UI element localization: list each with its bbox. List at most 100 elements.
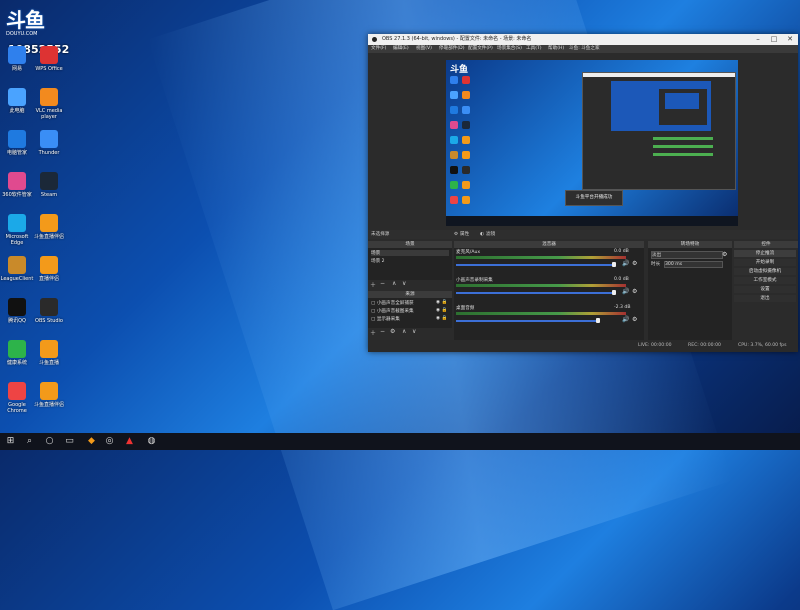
menu-docks[interactable]: 停靠部件(D): [439, 45, 465, 53]
windows-icon[interactable]: ⊞: [5, 436, 16, 447]
desktop-icon[interactable]: OBS Studio: [32, 298, 66, 324]
steam-icon[interactable]: ◎: [104, 436, 115, 447]
scene-item[interactable]: 场景: [371, 250, 449, 256]
desktop-icon[interactable]: 健康系统: [0, 340, 34, 366]
desktop-icon-label: WPS Office: [35, 66, 63, 72]
transition-select[interactable]: 淡出: [651, 251, 723, 259]
douyu-logo: 斗鱼 DOUYU.COM: [6, 4, 58, 44]
desktop-icon[interactable]: 腾讯QQ: [0, 298, 34, 324]
circle-icon[interactable]: ○: [44, 436, 55, 447]
virtual-camera-button[interactable]: 启动虚拟摄像机: [734, 268, 796, 275]
menu-scene-collection[interactable]: 场景集合(S): [497, 45, 522, 53]
stream-success-toast: 斗鱼平台开播成功: [565, 190, 623, 206]
preview-user-icon: [450, 76, 458, 84]
close-button[interactable]: ✕: [782, 34, 798, 45]
menu-help[interactable]: 帮助(H): [548, 45, 564, 53]
speaker-icon[interactable]: 🔊: [622, 316, 629, 323]
stop-streaming-button[interactable]: 停止推流: [734, 250, 796, 257]
douyu-icon: [40, 214, 58, 232]
mixer-track-db: -2.3 dB: [614, 305, 631, 310]
menu-view[interactable]: 视图(V): [416, 45, 432, 53]
douyu-icon[interactable]: ◆: [86, 436, 97, 447]
source-item[interactable]: ▢ 显示器采集: [371, 316, 400, 322]
filters-button[interactable]: 滤镜: [486, 230, 495, 239]
desktop-icon[interactable]: 斗鱼直播伴侣: [32, 214, 66, 240]
obs-icon[interactable]: ◍: [146, 436, 157, 447]
volume-slider[interactable]: [456, 320, 600, 322]
minimize-button[interactable]: –: [750, 34, 766, 45]
desktop-icon[interactable]: 斗鱼直播伴侣: [32, 382, 66, 408]
source-item[interactable]: ▢ 小画声音全屏捕获: [371, 300, 414, 306]
speaker-icon[interactable]: 🔊: [622, 260, 629, 267]
desktop-icon[interactable]: Microsoft Edge: [0, 214, 34, 246]
volume-slider-knob[interactable]: [596, 318, 600, 323]
douyu-icon: [40, 340, 58, 358]
menu-douyu[interactable]: 斗鱼: 斗鱼之家: [569, 45, 600, 53]
adobe-icon[interactable]: ▲: [124, 436, 135, 447]
eye-icon[interactable]: ◉ 🔒: [436, 308, 447, 313]
desktop-icon[interactable]: WPS Office: [32, 46, 66, 72]
source-settings-icon[interactable]: ⚙: [390, 328, 395, 335]
desktop-icon[interactable]: 网易: [0, 46, 34, 72]
filter-icon[interactable]: ◐: [480, 230, 484, 239]
preview-steam-icon: [462, 121, 470, 129]
desktop-icon[interactable]: VLC media player: [32, 88, 66, 120]
speaker-icon[interactable]: 🔊: [622, 288, 629, 295]
eye-icon[interactable]: ◉ 🔒: [436, 300, 447, 305]
mixer-track-name: 小画声音录制采集: [456, 278, 493, 283]
volume-slider-knob[interactable]: [612, 290, 616, 295]
desktop-icon-label: 斗鱼直播伴侣: [33, 402, 64, 408]
volume-slider[interactable]: [456, 264, 616, 266]
cpu-fps: CPU: 3.7%, 60.00 fps: [738, 343, 787, 348]
gear-icon[interactable]: ⚙: [632, 316, 637, 323]
source-down-icon[interactable]: ∨: [412, 328, 416, 335]
menu-tools[interactable]: 工具(T): [526, 45, 542, 53]
gear-icon[interactable]: ⚙: [632, 260, 637, 267]
scene-item[interactable]: 场景 2: [371, 258, 385, 264]
scene-add-icon[interactable]: ＋: [370, 280, 376, 289]
desktop-icon[interactable]: Google Chrome: [0, 382, 34, 414]
studio-mode-button[interactable]: 工作室模式: [734, 277, 796, 284]
volume-slider-knob[interactable]: [612, 262, 616, 267]
scene-remove-icon[interactable]: −: [380, 280, 385, 287]
maximize-button[interactable]: □: [766, 34, 782, 45]
search-icon[interactable]: ⌕: [24, 436, 35, 447]
duration-label: 时长: [651, 262, 661, 267]
desktop-icon[interactable]: Steam: [32, 172, 66, 198]
exit-button[interactable]: 退出: [734, 295, 796, 302]
menu-file[interactable]: 文件(F): [371, 45, 386, 53]
duration-input[interactable]: 300 ms: [664, 261, 723, 268]
settings-button[interactable]: 设置: [734, 286, 796, 293]
source-item[interactable]: ▢ 小画声音截图采集: [371, 308, 414, 314]
menu-edit[interactable]: 编辑(E): [393, 45, 409, 53]
scene-up-icon[interactable]: ∧: [392, 280, 396, 287]
obs-source-toolbar: 未选择源 ⚙ 属性 ◐ 滤镜: [368, 230, 798, 239]
desktop-icon[interactable]: Thunder: [32, 130, 66, 156]
source-remove-icon[interactable]: −: [380, 328, 385, 335]
preview-obs-icon: [462, 166, 470, 174]
obs-titlebar[interactable]: OBS 27.1.3 (64-bit, windows) - 配置文件: 未命名…: [368, 34, 798, 45]
gear-icon[interactable]: ⚙: [632, 288, 637, 295]
taskview-icon[interactable]: ▭: [64, 436, 75, 447]
preview-health-icon: [450, 181, 458, 189]
source-add-icon[interactable]: ＋: [370, 328, 376, 337]
desktop-icon[interactable]: 此电脑: [0, 88, 34, 114]
source-up-icon[interactable]: ∧: [402, 328, 406, 335]
desktop-icon[interactable]: 斗鱼直播: [32, 340, 66, 366]
desktop-icon-label: 此电脑: [9, 108, 25, 114]
properties-button[interactable]: 属性: [460, 230, 469, 239]
desktop-icon-label: 电脑管家: [6, 150, 27, 156]
gear-icon[interactable]: ⚙: [722, 251, 727, 258]
desktop-icon[interactable]: 电脑管家: [0, 130, 34, 156]
volume-slider[interactable]: [456, 292, 616, 294]
preview-qq-icon: [450, 166, 458, 174]
start-recording-button[interactable]: 开始录制: [734, 259, 796, 266]
desktop-icon[interactable]: LeagueClient: [0, 256, 34, 282]
gear-icon[interactable]: ⚙: [454, 230, 458, 239]
eye-icon[interactable]: ◉ 🔒: [436, 316, 447, 321]
desktop-icon[interactable]: 360软件管家: [0, 172, 34, 198]
nested-meter-3: [653, 153, 713, 156]
desktop-icon[interactable]: 直播伴侣: [32, 256, 66, 282]
menu-profile[interactable]: 配置文件(P): [468, 45, 493, 53]
scene-down-icon[interactable]: ∨: [402, 280, 406, 287]
